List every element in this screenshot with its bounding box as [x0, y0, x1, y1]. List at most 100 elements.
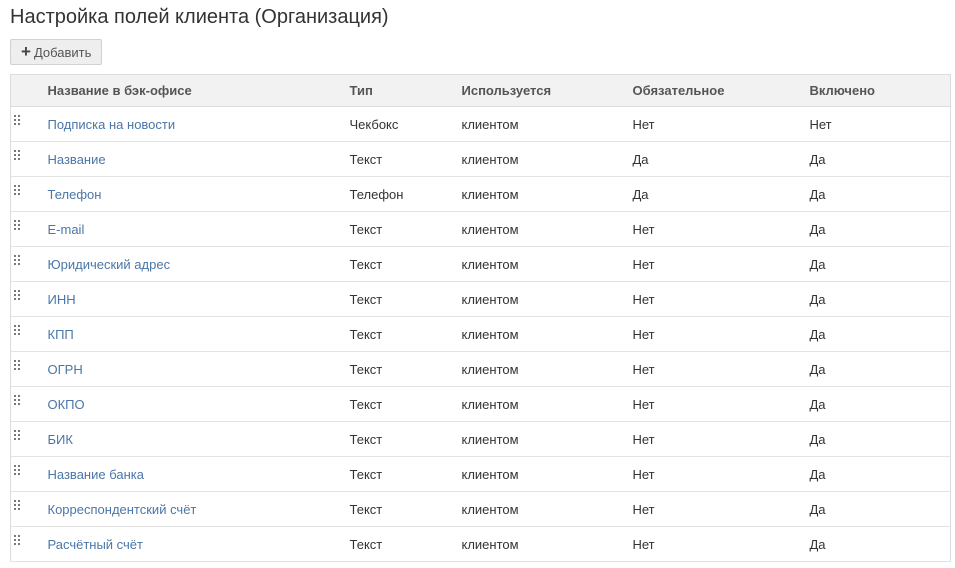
field-name-cell: Телефон [38, 176, 341, 212]
field-name-cell: E-mail [38, 211, 341, 247]
table-header-row: Название в бэк-офисе Тип Используется Об… [10, 74, 951, 107]
add-field-button[interactable]: + Добавить [10, 39, 102, 65]
drag-handle-icon[interactable] [14, 535, 21, 546]
enabled-cell: Да [800, 351, 951, 387]
table-row: E-mail Текст клиентом Нет Да [10, 211, 951, 247]
enabled-cell: Нет [800, 106, 951, 142]
required-cell: Нет [623, 211, 801, 247]
column-header-required: Обязательное [623, 74, 801, 107]
drag-handle[interactable] [10, 456, 39, 492]
required-cell: Нет [623, 526, 801, 562]
field-type-cell: Текст [340, 281, 453, 317]
field-type-cell: Текст [340, 491, 453, 527]
used-by-cell: клиентом [452, 456, 624, 492]
drag-handle-icon[interactable] [14, 185, 21, 196]
used-by-cell: клиентом [452, 491, 624, 527]
table-row: Расчётный счёт Текст клиентом Нет Да [10, 526, 951, 562]
enabled-cell: Да [800, 386, 951, 422]
drag-handle-icon[interactable] [14, 220, 21, 231]
required-cell: Да [623, 176, 801, 212]
field-type-cell: Текст [340, 211, 453, 247]
field-name-link[interactable]: Подписка на новости [48, 117, 176, 132]
drag-handle[interactable] [10, 211, 39, 247]
field-name-link[interactable]: Телефон [48, 187, 102, 202]
drag-handle-icon[interactable] [14, 360, 21, 371]
add-button-label: Добавить [33, 44, 92, 60]
enabled-cell: Да [800, 141, 951, 177]
field-name-cell: Название банка [38, 456, 341, 492]
field-type-cell: Текст [340, 316, 453, 352]
drag-handle-icon[interactable] [14, 395, 21, 406]
table-row: КПП Текст клиентом Нет Да [10, 316, 951, 352]
table-row: Корреспондентский счёт Текст клиентом Не… [10, 491, 951, 527]
drag-handle-icon[interactable] [14, 465, 21, 476]
used-by-cell: клиентом [452, 351, 624, 387]
used-by-cell: клиентом [452, 386, 624, 422]
table-row: ИНН Текст клиентом Нет Да [10, 281, 951, 317]
field-name-cell: Корреспондентский счёт [38, 491, 341, 527]
drag-handle-icon[interactable] [14, 115, 21, 126]
drag-handle-icon[interactable] [14, 290, 21, 301]
drag-handle[interactable] [10, 246, 39, 282]
field-name-link[interactable]: Название банка [48, 467, 144, 482]
column-header-handle [10, 74, 39, 107]
field-name-link[interactable]: Расчётный счёт [48, 537, 144, 552]
field-name-cell: КПП [38, 316, 341, 352]
field-type-cell: Текст [340, 141, 453, 177]
drag-handle[interactable] [10, 141, 39, 177]
field-type-cell: Текст [340, 456, 453, 492]
drag-handle-icon[interactable] [14, 325, 21, 336]
drag-handle[interactable] [10, 106, 39, 142]
enabled-cell: Да [800, 491, 951, 527]
used-by-cell: клиентом [452, 316, 624, 352]
enabled-cell: Да [800, 281, 951, 317]
field-name-link[interactable]: ОКПО [48, 397, 85, 412]
enabled-cell: Да [800, 526, 951, 562]
field-name-link[interactable]: ОГРН [48, 362, 83, 377]
table-row: Название Текст клиентом Да Да [10, 141, 951, 177]
field-name-cell: Юридический адрес [38, 246, 341, 282]
table-row: Юридический адрес Текст клиентом Нет Да [10, 246, 951, 282]
field-name-cell: Подписка на новости [38, 106, 341, 142]
required-cell: Нет [623, 316, 801, 352]
table-row: Телефон Телефон клиентом Да Да [10, 176, 951, 212]
drag-handle-icon[interactable] [14, 500, 21, 511]
table-row: ОКПО Текст клиентом Нет Да [10, 386, 951, 422]
required-cell: Нет [623, 351, 801, 387]
table-row: ОГРН Текст клиентом Нет Да [10, 351, 951, 387]
drag-handle[interactable] [10, 491, 39, 527]
drag-handle[interactable] [10, 421, 39, 457]
drag-handle[interactable] [10, 281, 39, 317]
drag-handle[interactable] [10, 176, 39, 212]
column-header-type: Тип [340, 74, 453, 107]
drag-handle[interactable] [10, 526, 39, 562]
enabled-cell: Да [800, 176, 951, 212]
field-name-link[interactable]: Название [48, 152, 106, 167]
field-name-link[interactable]: ИНН [48, 292, 76, 307]
field-name-link[interactable]: Юридический адрес [48, 257, 171, 272]
required-cell: Нет [623, 421, 801, 457]
enabled-cell: Да [800, 316, 951, 352]
field-name-link[interactable]: E-mail [48, 222, 85, 237]
drag-handle-icon[interactable] [14, 150, 21, 161]
field-name-link[interactable]: БИК [48, 432, 73, 447]
field-name-cell: БИК [38, 421, 341, 457]
field-type-cell: Текст [340, 351, 453, 387]
drag-handle[interactable] [10, 386, 39, 422]
field-type-cell: Чекбокс [340, 106, 453, 142]
column-header-name: Название в бэк-офисе [38, 74, 341, 107]
drag-handle[interactable] [10, 316, 39, 352]
field-name-cell: Расчётный счёт [38, 526, 341, 562]
field-name-link[interactable]: Корреспондентский счёт [48, 502, 197, 517]
field-name-link[interactable]: КПП [48, 327, 74, 342]
required-cell: Нет [623, 281, 801, 317]
drag-handle-icon[interactable] [14, 430, 21, 441]
drag-handle[interactable] [10, 351, 39, 387]
enabled-cell: Да [800, 246, 951, 282]
plus-icon: + [21, 42, 31, 61]
drag-handle-icon[interactable] [14, 255, 21, 266]
column-header-used-by: Используется [452, 74, 624, 107]
required-cell: Нет [623, 246, 801, 282]
used-by-cell: клиентом [452, 246, 624, 282]
used-by-cell: клиентом [452, 421, 624, 457]
